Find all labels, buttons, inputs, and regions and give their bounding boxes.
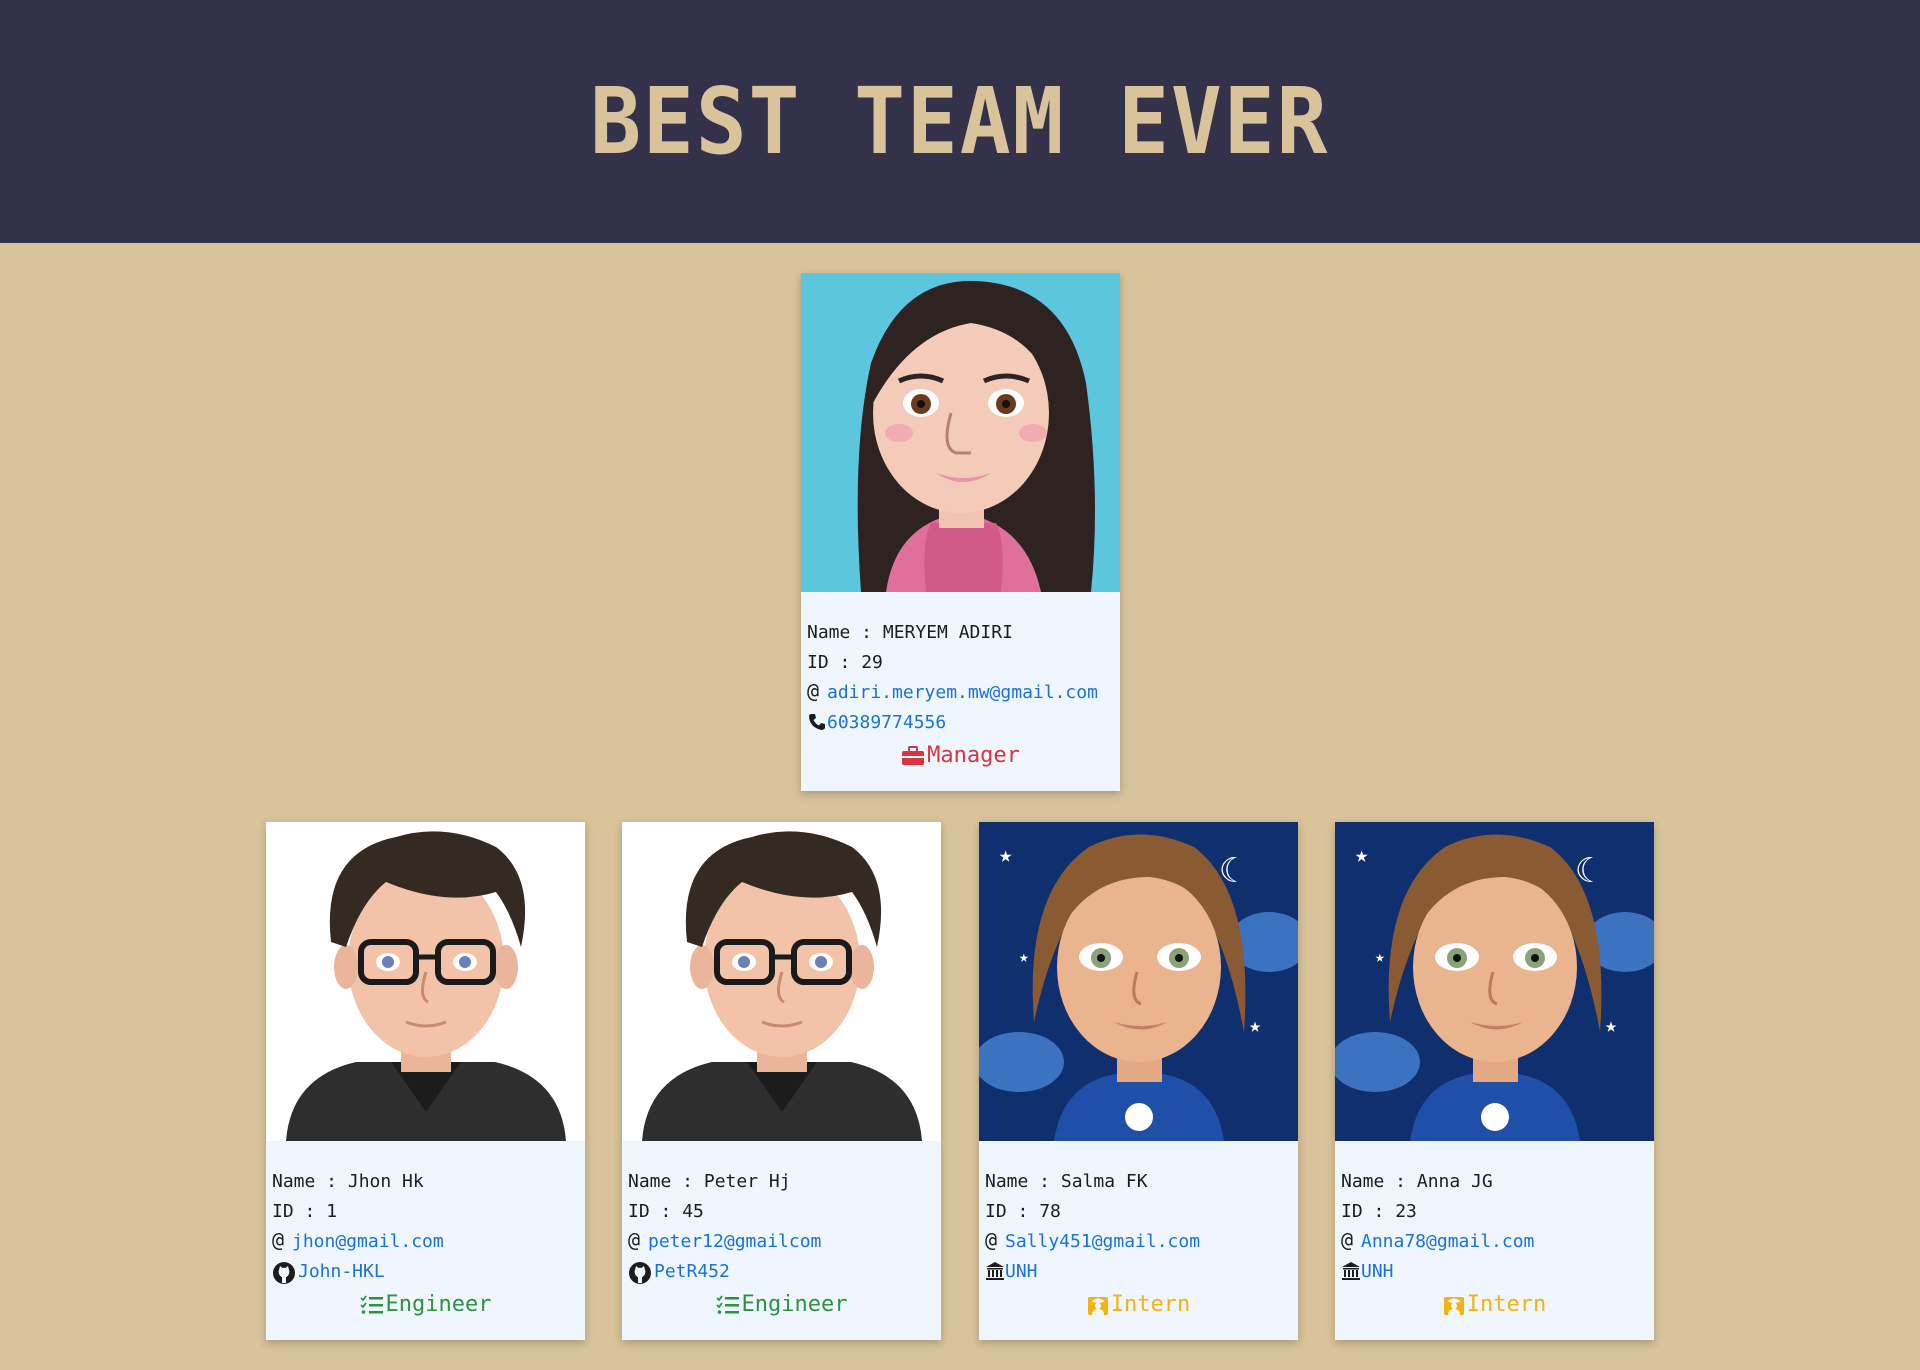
page-title: BEST TEAM EVER <box>590 68 1330 175</box>
employee-name: Peter Hj <box>703 1171 791 1192</box>
female-avatar-night-sky-icon <box>1335 822 1654 1141</box>
employee-id: 45 <box>682 1201 704 1222</box>
name-label: Name : <box>807 622 883 643</box>
female-avatar-night-sky-icon <box>979 822 1298 1141</box>
email-row: @ jhon@gmail.com <box>272 1227 585 1257</box>
phone-icon <box>807 712 827 734</box>
role-badge: Intern <box>985 1289 1298 1321</box>
task-list-icon <box>359 1295 383 1314</box>
id-row: ID : 23 <box>1341 1197 1654 1227</box>
name-row: Name : MERYEM ADIRI <box>807 618 1120 648</box>
employee-id: 1 <box>326 1201 338 1222</box>
name-label: Name : <box>1341 1171 1417 1192</box>
name-label: Name : <box>272 1171 348 1192</box>
id-row: ID : 45 <box>628 1197 941 1227</box>
at-sign-icon: @ <box>807 679 820 703</box>
at-sign-icon: @ <box>628 1228 641 1252</box>
id-label: ID : <box>1341 1201 1396 1222</box>
email-row: @ Sally451@gmail.com <box>985 1227 1298 1257</box>
phone-row: 60389774556 <box>807 708 1120 738</box>
id-label: ID : <box>985 1201 1040 1222</box>
id-row: ID : 29 <box>807 648 1120 678</box>
at-sign-icon: @ <box>985 1228 998 1252</box>
email-row: @ Anna78@gmail.com <box>1341 1227 1654 1257</box>
role-badge: Manager <box>807 740 1120 772</box>
email-row: @ peter12@gmailcom <box>628 1227 941 1257</box>
github-row: John-HKL <box>272 1257 585 1287</box>
at-sign-icon: @ <box>272 1228 285 1252</box>
employee-name: Anna JG <box>1416 1171 1493 1192</box>
task-list-icon <box>715 1295 739 1314</box>
male-avatar-glasses-icon <box>622 822 941 1141</box>
role-label: Intern <box>1110 1292 1191 1317</box>
university-icon <box>1341 1261 1361 1283</box>
role-label: Engineer <box>741 1292 848 1317</box>
email-link[interactable]: Sally451@gmail.com <box>1005 1227 1200 1257</box>
employee-card: Name : Peter Hj ID : 45 @ peter12@gmailc… <box>622 822 941 1340</box>
github-icon <box>272 1261 298 1284</box>
id-row: ID : 1 <box>272 1197 585 1227</box>
role-label: Intern <box>1466 1292 1547 1317</box>
briefcase-icon <box>902 746 925 765</box>
github-link[interactable]: John-HKL <box>298 1257 385 1287</box>
name-row: Name : Anna JG <box>1341 1167 1654 1197</box>
employee-card: Name : Anna JG ID : 23 @ Anna78@gmail.co… <box>1335 822 1654 1340</box>
male-avatar-glasses-icon <box>266 822 585 1141</box>
employee-name: Salma FK <box>1060 1171 1148 1192</box>
graduate-icon <box>1443 1297 1464 1315</box>
employee-card: Name : Jhon Hk ID : 1 @ jhon@gmail.com J… <box>266 822 585 1340</box>
employee-id: 23 <box>1395 1201 1417 1222</box>
phone-link[interactable]: 60389774556 <box>827 708 946 738</box>
school-link[interactable]: UNH <box>1005 1257 1038 1287</box>
name-label: Name : <box>985 1171 1061 1192</box>
email-link[interactable]: Anna78@gmail.com <box>1361 1227 1534 1257</box>
id-label: ID : <box>272 1201 327 1222</box>
graduate-icon <box>1087 1297 1108 1315</box>
name-row: Name : Jhon Hk <box>272 1167 585 1197</box>
email-row: @ adiri.meryem.mw@gmail.com <box>807 678 1120 708</box>
university-icon <box>985 1261 1005 1283</box>
github-icon <box>628 1261 654 1284</box>
name-label: Name : <box>628 1171 704 1192</box>
id-row: ID : 78 <box>985 1197 1298 1227</box>
employee-name: MERYEM ADIRI <box>882 622 1013 643</box>
manager-card: Name : MERYEM ADIRI ID : 29 @ adiri.mery… <box>801 273 1120 791</box>
email-link[interactable]: adiri.meryem.mw@gmail.com <box>827 678 1098 708</box>
employee-name: Jhon Hk <box>347 1171 424 1192</box>
email-link[interactable]: jhon@gmail.com <box>292 1227 444 1257</box>
school-row: UNH <box>985 1257 1298 1287</box>
name-row: Name : Salma FK <box>985 1167 1298 1197</box>
school-link[interactable]: UNH <box>1361 1257 1394 1287</box>
role-badge: Intern <box>1341 1289 1654 1321</box>
name-row: Name : Peter Hj <box>628 1167 941 1197</box>
role-badge: Engineer <box>628 1289 941 1321</box>
at-sign-icon: @ <box>1341 1228 1354 1252</box>
female-avatar-dark-hair-icon <box>801 273 1120 592</box>
email-link[interactable]: peter12@gmailcom <box>648 1227 821 1257</box>
github-link[interactable]: PetR452 <box>654 1257 730 1287</box>
role-label: Manager <box>927 743 1020 768</box>
employee-id: 29 <box>861 652 883 673</box>
employee-card: Name : Salma FK ID : 78 @ Sally451@gmail… <box>979 822 1298 1340</box>
role-badge: Engineer <box>272 1289 585 1321</box>
role-label: Engineer <box>385 1292 492 1317</box>
page-header: BEST TEAM EVER <box>0 0 1920 243</box>
github-row: PetR452 <box>628 1257 941 1287</box>
employee-id: 78 <box>1039 1201 1061 1222</box>
id-label: ID : <box>628 1201 683 1222</box>
school-row: UNH <box>1341 1257 1654 1287</box>
id-label: ID : <box>807 652 862 673</box>
